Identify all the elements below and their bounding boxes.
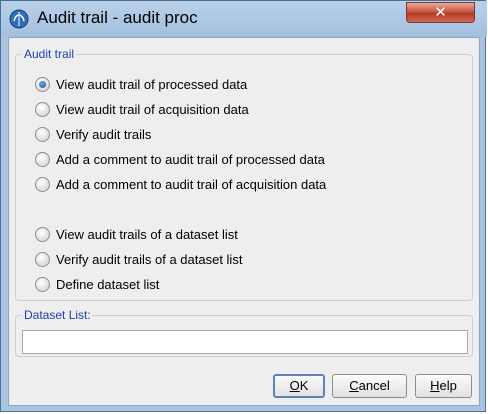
help-button[interactable]: Help — [415, 374, 472, 398]
cancel-button[interactable]: Cancel — [332, 374, 407, 398]
radio-button-icon[interactable] — [35, 226, 50, 242]
radio-label: Verify audit trails — [56, 126, 152, 142]
cancel-mnemonic: C — [349, 378, 359, 393]
radio-button-icon[interactable] — [35, 276, 50, 292]
radio-view-processed[interactable]: View audit trail of processed data — [35, 75, 247, 93]
radio-button-icon[interactable] — [35, 251, 50, 267]
radio-verify-dataset-list[interactable]: Verify audit trails of a dataset list — [35, 250, 242, 268]
help-mnemonic: H — [430, 378, 440, 393]
radio-label: Add a comment to audit trail of processe… — [56, 151, 325, 167]
radio-verify[interactable]: Verify audit trails — [35, 125, 151, 143]
dialog-window: Audit trail - audit proc ✕ Audit trail V… — [0, 0, 487, 412]
radio-button-icon[interactable] — [35, 76, 50, 92]
ok-button[interactable]: OK — [273, 374, 325, 398]
cancel-label-rest: ancel — [358, 378, 390, 393]
radio-comment-processed[interactable]: Add a comment to audit trail of processe… — [35, 150, 325, 168]
radio-comment-acquisition[interactable]: Add a comment to audit trail of acquisit… — [35, 175, 326, 193]
radio-label: View audit trail of acquisition data — [56, 101, 249, 117]
radio-button-icon[interactable] — [35, 126, 50, 142]
radio-label: View audit trails of a dataset list — [56, 226, 238, 242]
radio-label: View audit trail of processed data — [56, 76, 248, 92]
ok-label-rest: K — [299, 378, 309, 393]
radio-button-icon[interactable] — [35, 101, 50, 117]
audit-trail-group-title: Audit trail — [22, 47, 77, 61]
radio-label: Define dataset list — [56, 276, 160, 292]
dataset-list-group-title: Dataset List: — [22, 308, 93, 322]
radio-button-icon[interactable] — [35, 176, 50, 192]
audit-trail-group: Audit trail View audit trail of processe… — [15, 47, 473, 301]
radio-label: Add a comment to audit trail of acquisit… — [56, 176, 327, 192]
dialog-body: Audit trail View audit trail of processe… — [8, 37, 480, 406]
radio-label: Verify audit trails of a dataset list — [56, 251, 243, 267]
close-button[interactable]: ✕ — [406, 2, 475, 23]
app-icon — [9, 9, 29, 29]
radio-define-dataset-list[interactable]: Define dataset list — [35, 275, 159, 293]
help-label-rest: elp — [439, 378, 457, 393]
window-title: Audit trail - audit proc — [37, 8, 198, 27]
ok-mnemonic: O — [289, 378, 300, 393]
radio-view-dataset-list[interactable]: View audit trails of a dataset list — [35, 225, 238, 243]
close-icon: ✕ — [434, 3, 447, 21]
radio-view-acquisition[interactable]: View audit trail of acquisition data — [35, 100, 249, 118]
dataset-list-input[interactable] — [22, 330, 468, 354]
dataset-list-group: Dataset List: — [15, 308, 473, 357]
title-bar[interactable]: Audit trail - audit proc ✕ — [1, 1, 487, 37]
radio-button-icon[interactable] — [35, 151, 50, 167]
